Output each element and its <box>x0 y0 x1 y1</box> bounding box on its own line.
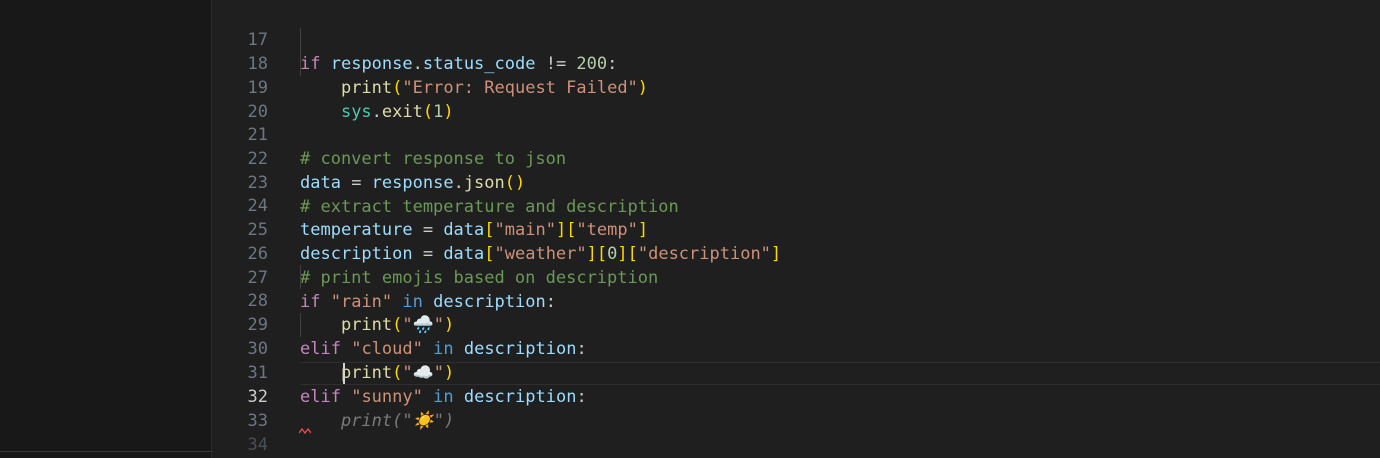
code-line-30[interactable]: 30 print("☁️") <box>213 313 1380 383</box>
code-line-34[interactable]: 34 <box>213 409 1380 455</box>
indent-guide <box>300 28 301 76</box>
code-line-18[interactable]: 18 print("Error: Request Failed") <box>213 28 1380 98</box>
code-line-28[interactable]: 28 print("🌧️") <box>213 265 1380 335</box>
error-squiggle-icon <box>299 428 311 434</box>
code-line-22[interactable]: 22 data = response.json() <box>213 123 1380 193</box>
code-line-24[interactable]: 24 temperature = data["main"]["temp"] <box>213 170 1380 240</box>
code-line-27[interactable]: 27 if "rain" in description: <box>213 242 1380 312</box>
code-line-17[interactable]: 17 if response.status_code != 200: <box>213 4 1380 74</box>
code-line-20[interactable]: 20 <box>213 76 1380 122</box>
vscode-window: 17 if response.status_code != 200: 18 pr… <box>0 0 1380 458</box>
code-line-19[interactable]: 19 sys.exit(1) <box>213 52 1380 122</box>
panel-divider <box>0 451 212 452</box>
indent-guide <box>300 313 301 337</box>
code-line-33[interactable]: 33 <box>213 385 1380 431</box>
code-editor[interactable]: 17 if response.status_code != 200: 18 pr… <box>213 0 1380 458</box>
current-line-highlight <box>300 362 1380 385</box>
code-line-29[interactable]: 29 elif "cloud" in description: <box>213 289 1380 359</box>
code-line-21[interactable]: 21 # convert response to json <box>213 99 1380 169</box>
text-cursor <box>343 363 345 384</box>
side-panel <box>0 0 212 458</box>
code-line-31[interactable]: 31 elif "sunny" in description: <box>213 337 1380 407</box>
code-line-25[interactable]: 25 description = data["weather"][0]["des… <box>213 194 1380 264</box>
line-number: 34 <box>247 435 268 455</box>
code-line-26[interactable]: 26 # print emojis based on description <box>213 218 1380 288</box>
code-line-23[interactable]: 23 # extract temperature and description <box>213 147 1380 217</box>
indent-guide <box>300 265 301 289</box>
